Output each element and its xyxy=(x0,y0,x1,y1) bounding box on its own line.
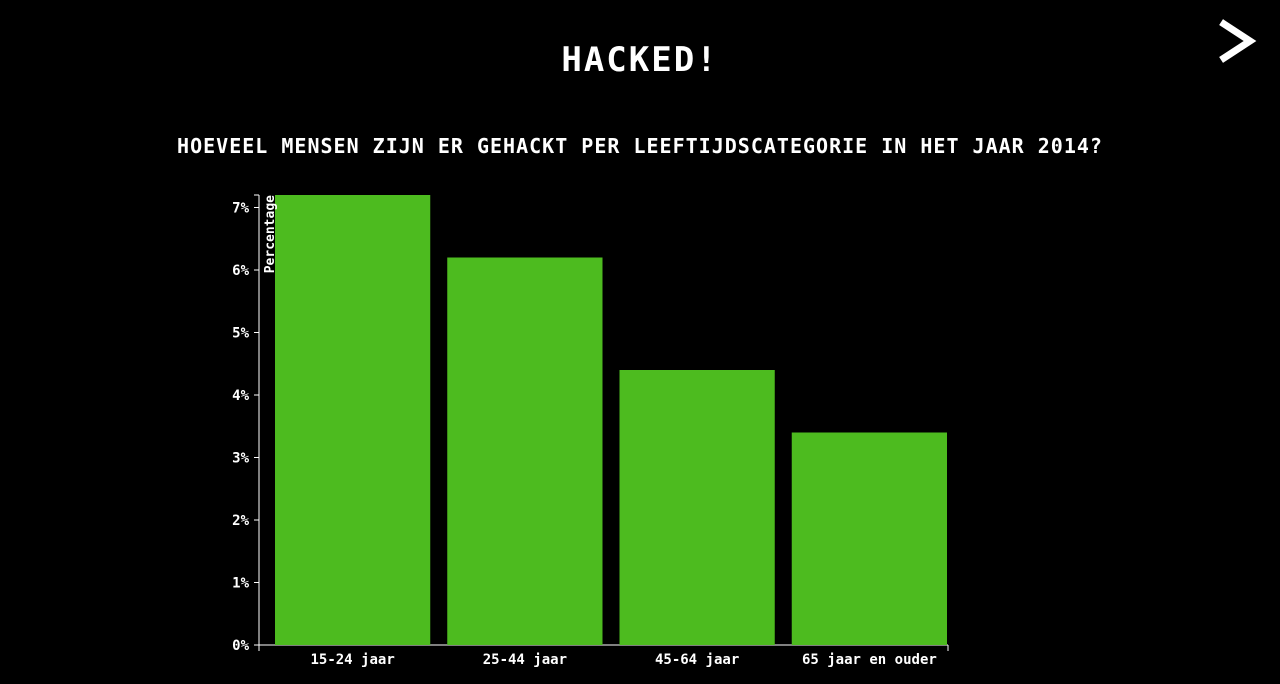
x-tick-label: 45-64 jaar xyxy=(655,652,739,668)
bar-chart: 0% 1% 2% 3% 4% 5% 6% 7% 15-24 jaar 25-44 jaar 45-… xyxy=(232,194,949,668)
y-tick-label: 5% xyxy=(232,326,249,342)
y-tick-label: 7% xyxy=(232,201,249,217)
bar xyxy=(275,195,431,645)
y-axis: 0% 1% 2% 3% 4% 5% 6% 7% xyxy=(232,194,260,654)
y-tick-label: 4% xyxy=(232,388,249,404)
bar xyxy=(791,432,947,645)
bars xyxy=(275,195,947,645)
y-tick-label: 6% xyxy=(232,263,249,279)
y-tick-label: 0% xyxy=(232,638,249,654)
x-axis: 15-24 jaar 25-44 jaar 45-64 jaar 65 jaar en… xyxy=(258,644,949,668)
y-tick-label: 1% xyxy=(232,576,249,592)
bar xyxy=(619,370,775,645)
x-tick-label: 65 jaar en ouder xyxy=(802,652,937,668)
y-tick-label: 3% xyxy=(232,451,249,467)
y-tick-label: 2% xyxy=(232,513,249,529)
x-tick-label: 15-24 jaar xyxy=(310,652,394,668)
x-tick-label: 25-44 jaar xyxy=(483,652,567,668)
y-axis-label: Percentage xyxy=(263,195,278,273)
bar xyxy=(447,257,603,645)
